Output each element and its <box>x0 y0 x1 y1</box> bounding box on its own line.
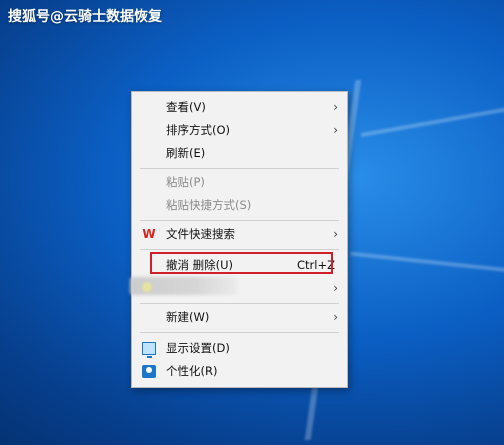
menu-item-paste-shortcut: 粘贴快捷方式(S) <box>132 194 347 217</box>
submenu-arrow-icon: › <box>333 310 338 324</box>
menu-item-label: 排序方式(O) <box>166 123 231 137</box>
wps-icon: W <box>142 227 156 241</box>
menu-item-file-search[interactable]: W 文件快速搜索 › <box>132 223 347 246</box>
menu-separator <box>140 220 339 221</box>
menu-item-label: 查看(V) <box>166 100 206 114</box>
menu-item-label: 显示设置(D) <box>166 341 230 355</box>
submenu-arrow-icon: › <box>333 281 338 295</box>
menu-item-view[interactable]: 查看(V) › <box>132 96 347 119</box>
menu-item-refresh[interactable]: 刷新(E) <box>132 142 347 165</box>
display-settings-icon <box>142 342 156 358</box>
submenu-arrow-icon: › <box>333 227 338 241</box>
blurred-icon <box>142 282 152 292</box>
menu-item-label: 个性化(R) <box>166 364 218 378</box>
menu-item-label: 粘贴(P) <box>166 175 205 189</box>
menu-item-paste: 粘贴(P) <box>132 171 347 194</box>
menu-item-sort[interactable]: 排序方式(O) › <box>132 119 347 142</box>
menu-separator <box>140 168 339 169</box>
menu-item-new[interactable]: 新建(W) › <box>132 306 347 329</box>
light-beam <box>350 251 504 273</box>
menu-item-display-settings[interactable]: 显示设置(D) <box>132 337 347 360</box>
submenu-arrow-icon: › <box>333 100 338 114</box>
menu-separator <box>140 332 339 333</box>
context-menu: 查看(V) › 排序方式(O) › 刷新(E) 粘贴(P) 粘贴快捷方式(S) … <box>131 91 348 388</box>
light-beam <box>360 107 504 137</box>
menu-item-label: 粘贴快捷方式(S) <box>166 198 252 212</box>
menu-separator <box>140 303 339 304</box>
menu-item-label: 刷新(E) <box>166 146 206 160</box>
submenu-arrow-icon: › <box>333 123 338 137</box>
menu-item-label: 文件快速搜索 <box>166 227 235 241</box>
menu-item-personalize[interactable]: 个性化(R) <box>132 360 347 383</box>
highlight-box <box>150 252 333 274</box>
personalize-icon <box>142 365 156 378</box>
watermark: 搜狐号@云骑士数据恢复 <box>8 9 162 25</box>
menu-item-label: 新建(W) <box>166 310 210 324</box>
menu-separator <box>140 249 339 250</box>
